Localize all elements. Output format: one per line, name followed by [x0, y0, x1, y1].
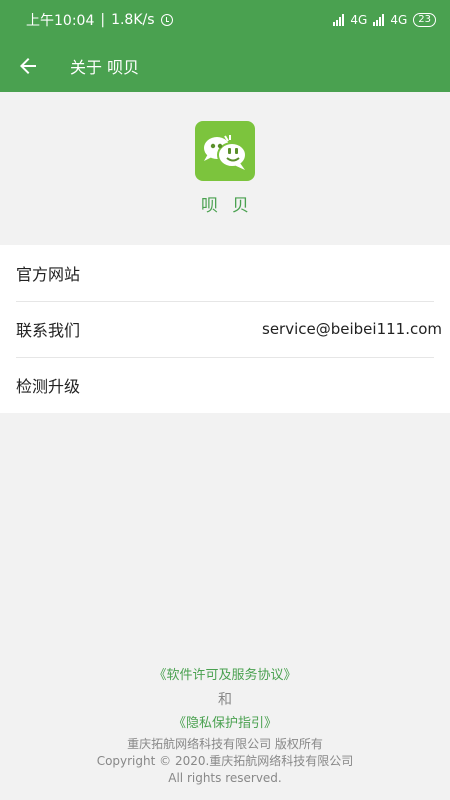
status-separator: |	[100, 12, 106, 28]
about-page: 上午10:04 | 1.8K/s 4G 4G 23 关于 呗贝 呗贝 官方网站 …	[0, 0, 450, 800]
status-time: 上午10:04	[26, 13, 95, 29]
row-label: 官方网站	[16, 265, 81, 284]
battery-icon: 23	[413, 13, 436, 27]
row-label: 检测升级	[16, 377, 81, 396]
signal-icon-2	[373, 14, 385, 26]
page-title: 关于 呗贝	[70, 58, 140, 77]
network-type-1: 4G	[350, 13, 368, 27]
app-logo-icon	[195, 121, 255, 181]
official-website-row[interactable]: 官方网站	[0, 245, 450, 301]
row-label: 联系我们	[16, 321, 81, 340]
company-line: 重庆拓航网络科技有限公司 版权所有	[127, 737, 323, 751]
network-type-2: 4G	[390, 13, 408, 27]
settings-list: 官方网站 联系我们 service@beibei111.com 检测升级	[0, 245, 450, 413]
contact-email: service@beibei111.com	[262, 320, 442, 338]
status-bar: 上午10:04 | 1.8K/s 4G 4G 23	[0, 0, 450, 40]
license-agreement-link[interactable]: 《软件许可及服务协议》	[153, 664, 296, 688]
app-bar: 关于 呗贝	[0, 40, 450, 92]
arrow-left-icon	[20, 58, 36, 74]
app-name: 呗贝	[201, 196, 263, 216]
check-update-row[interactable]: 检测升级	[0, 357, 450, 413]
back-button[interactable]	[0, 40, 56, 92]
privacy-policy-link[interactable]: 《隐私保护指引》	[173, 712, 277, 736]
status-left: 上午10:04 | 1.8K/s	[26, 10, 173, 30]
status-right: 4G 4G 23	[333, 13, 436, 27]
footer: 《软件许可及服务协议》 和 《隐私保护指引》 重庆拓航网络科技有限公司 版权所有…	[0, 664, 450, 787]
and-text: 和	[218, 692, 232, 708]
signal-icon	[333, 14, 345, 26]
rights-line: All rights reserved.	[168, 771, 282, 785]
status-speed: 1.8K/s	[111, 12, 155, 28]
copyright-line: Copyright © 2020.重庆拓航网络科技有限公司	[96, 754, 354, 768]
contact-us-row[interactable]: 联系我们 service@beibei111.com	[0, 301, 450, 357]
alarm-icon	[160, 14, 173, 26]
logo-area: 呗贝	[0, 92, 450, 245]
